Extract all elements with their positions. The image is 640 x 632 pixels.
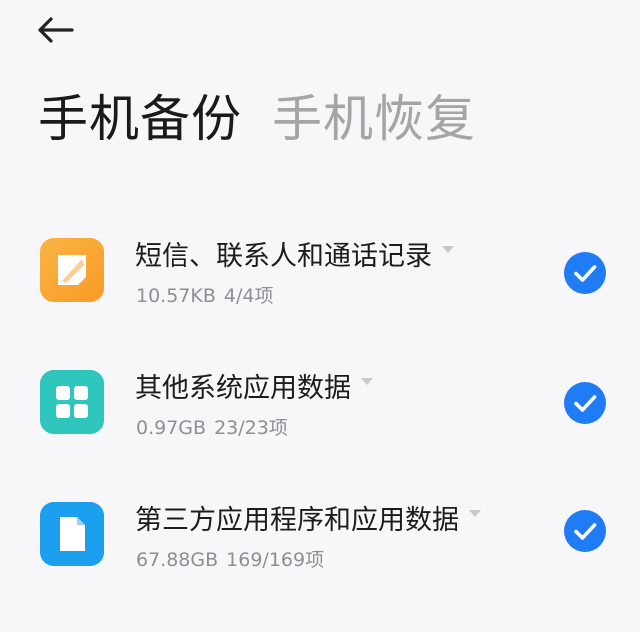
back-button[interactable] [36,12,80,48]
arrow-left-icon [38,17,74,43]
checkmark-icon [574,523,597,540]
item-size: 67.88GB [136,549,219,571]
item-title: 第三方应用程序和应用数据 [135,505,459,536]
item-details: 0.97GB 23/23项 [136,416,288,440]
select-checkbox[interactable] [564,252,606,294]
select-checkbox[interactable] [564,510,606,552]
chevron-down-icon[interactable] [469,510,481,517]
tab-restore[interactable]: 手机恢复 [272,88,476,150]
item-count: 169/169项 [226,549,325,571]
tab-backup[interactable]: 手机备份 [38,88,242,150]
checkmark-icon [574,265,597,282]
item-title: 短信、联系人和通话记录 [135,241,432,272]
tab-bar: 手机备份 手机恢复 [38,88,476,150]
backup-screen: 手机备份 手机恢复 短信、联系人和通话记录 10.57KB 4/4项 其他系统应… [0,0,640,632]
list-item-system-apps[interactable]: 其他系统应用数据 0.97GB 23/23项 [0,362,640,462]
item-count: 4/4项 [223,285,274,307]
message-icon [40,238,104,302]
item-title: 其他系统应用数据 [135,373,351,404]
file-icon [40,502,104,566]
select-checkbox[interactable] [564,382,606,424]
chevron-down-icon[interactable] [361,378,373,385]
item-size: 10.57KB [136,285,216,307]
checkmark-icon [574,395,597,412]
item-count: 23/23项 [214,417,288,439]
item-details: 67.88GB 169/169项 [136,548,324,572]
list-item-sms-contacts[interactable]: 短信、联系人和通话记录 10.57KB 4/4项 [0,230,640,330]
list-item-third-party-apps[interactable]: 第三方应用程序和应用数据 67.88GB 169/169项 [0,494,640,594]
item-details: 10.57KB 4/4项 [136,284,273,308]
apps-grid-icon [40,370,104,434]
item-size: 0.97GB [136,417,207,439]
chevron-down-icon[interactable] [442,246,454,253]
